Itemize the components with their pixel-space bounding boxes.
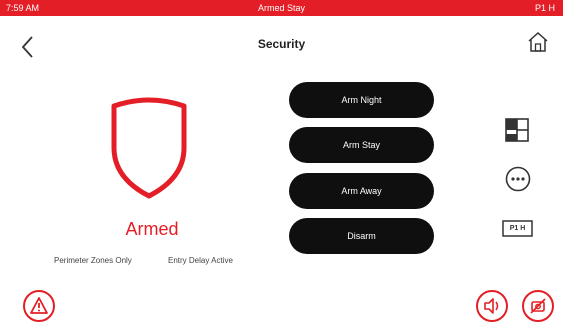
speaker-icon	[484, 298, 499, 314]
layout-button[interactable]	[505, 118, 529, 142]
shield-icon	[106, 96, 192, 200]
status-bar: 7:59 AM Armed Stay P1 H	[0, 0, 563, 16]
arm-away-button[interactable]: Arm Away	[289, 173, 434, 209]
status-state: Armed Stay	[257, 3, 306, 13]
camera-off-button[interactable]	[522, 290, 554, 322]
partition-button[interactable]: P1 H	[502, 220, 533, 237]
header: Security	[0, 16, 563, 64]
status-detail-delay: Entry Delay Active	[168, 256, 233, 265]
camera-off-icon	[530, 298, 546, 314]
disarm-button[interactable]: Disarm	[289, 218, 434, 254]
bottom-bar	[0, 280, 563, 335]
grid-layout-icon	[505, 118, 529, 142]
page-title: Security	[257, 37, 306, 51]
volume-button[interactable]	[476, 290, 508, 322]
partition-label: P1 H	[509, 225, 526, 232]
arm-night-button[interactable]: Arm Night	[289, 82, 434, 118]
status-detail-zones: Perimeter Zones Only	[54, 256, 132, 265]
home-icon	[528, 31, 548, 52]
more-dots-icon	[505, 166, 531, 192]
home-button[interactable]	[527, 31, 549, 53]
alert-button[interactable]	[23, 290, 55, 322]
arm-status-label: Armed	[125, 219, 179, 239]
status-user: P1 H	[534, 3, 555, 13]
arm-stay-button[interactable]: Arm Stay	[289, 127, 434, 163]
warning-triangle-icon	[30, 297, 48, 314]
more-button[interactable]	[505, 166, 531, 192]
